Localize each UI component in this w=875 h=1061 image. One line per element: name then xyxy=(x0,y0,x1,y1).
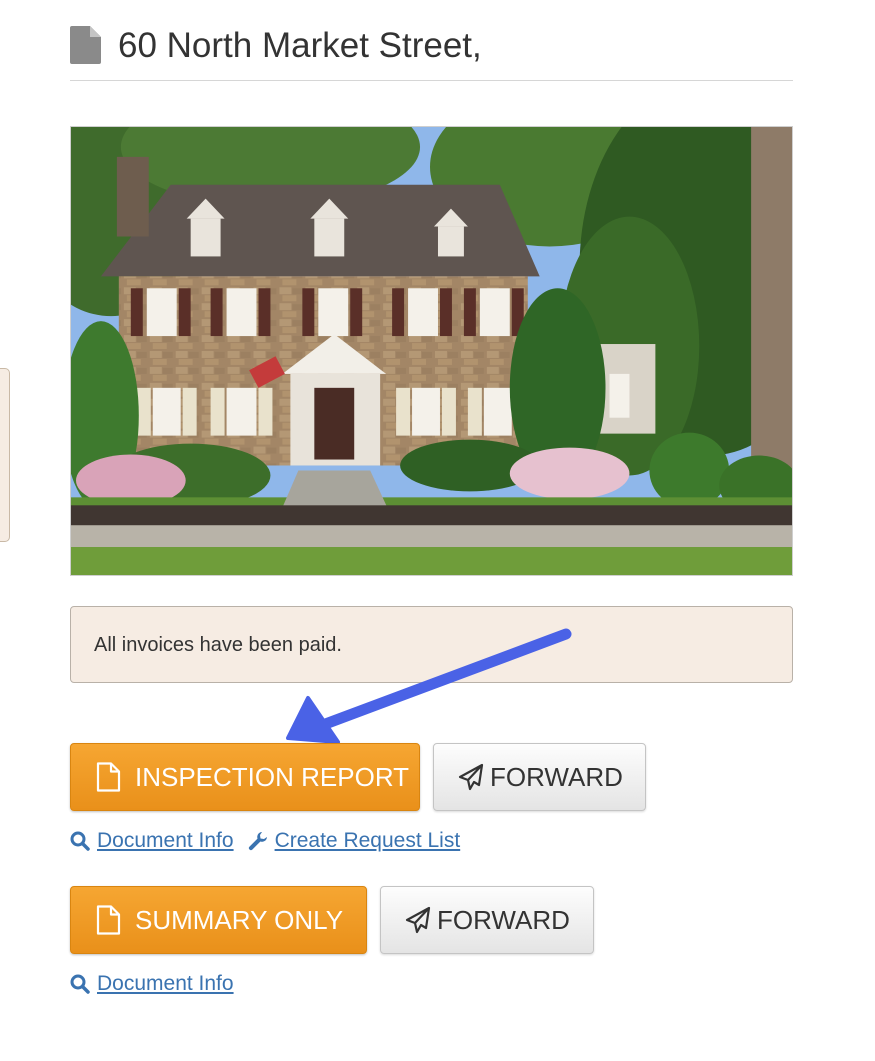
document-outline-icon xyxy=(96,905,121,935)
document-icon xyxy=(70,26,101,64)
inspection-report-button[interactable]: INSPECTION REPORT xyxy=(70,743,420,811)
document-info-link[interactable]: Document Info xyxy=(97,972,234,996)
document-outline-icon xyxy=(96,762,121,792)
blue-arrow-icon xyxy=(286,628,572,744)
property-photo xyxy=(70,126,793,576)
report-links: Document Info Create Request List xyxy=(70,827,474,855)
summary-links: Document Info xyxy=(70,970,248,998)
wrench-icon xyxy=(248,832,267,851)
inspection-report-label: INSPECTION REPORT xyxy=(135,762,410,792)
side-panel-tab[interactable] xyxy=(0,368,10,542)
forward-label: FORWARD xyxy=(437,905,570,935)
forward-summary-button[interactable]: FORWARD xyxy=(380,886,594,954)
page-title: 60 North Market Street, xyxy=(118,26,482,65)
summary-only-label: SUMMARY ONLY xyxy=(135,905,344,935)
paper-plane-icon xyxy=(458,763,484,791)
search-icon xyxy=(70,974,90,994)
paper-plane-icon xyxy=(405,906,431,934)
forward-label: FORWARD xyxy=(490,762,623,792)
document-info-link[interactable]: Document Info xyxy=(97,829,234,853)
forward-report-button[interactable]: FORWARD xyxy=(433,743,646,811)
page-header: 60 North Market Street, xyxy=(70,22,793,81)
search-icon xyxy=(70,831,90,851)
create-request-list-link[interactable]: Create Request List xyxy=(275,829,461,853)
summary-only-button[interactable]: SUMMARY ONLY xyxy=(70,886,367,954)
